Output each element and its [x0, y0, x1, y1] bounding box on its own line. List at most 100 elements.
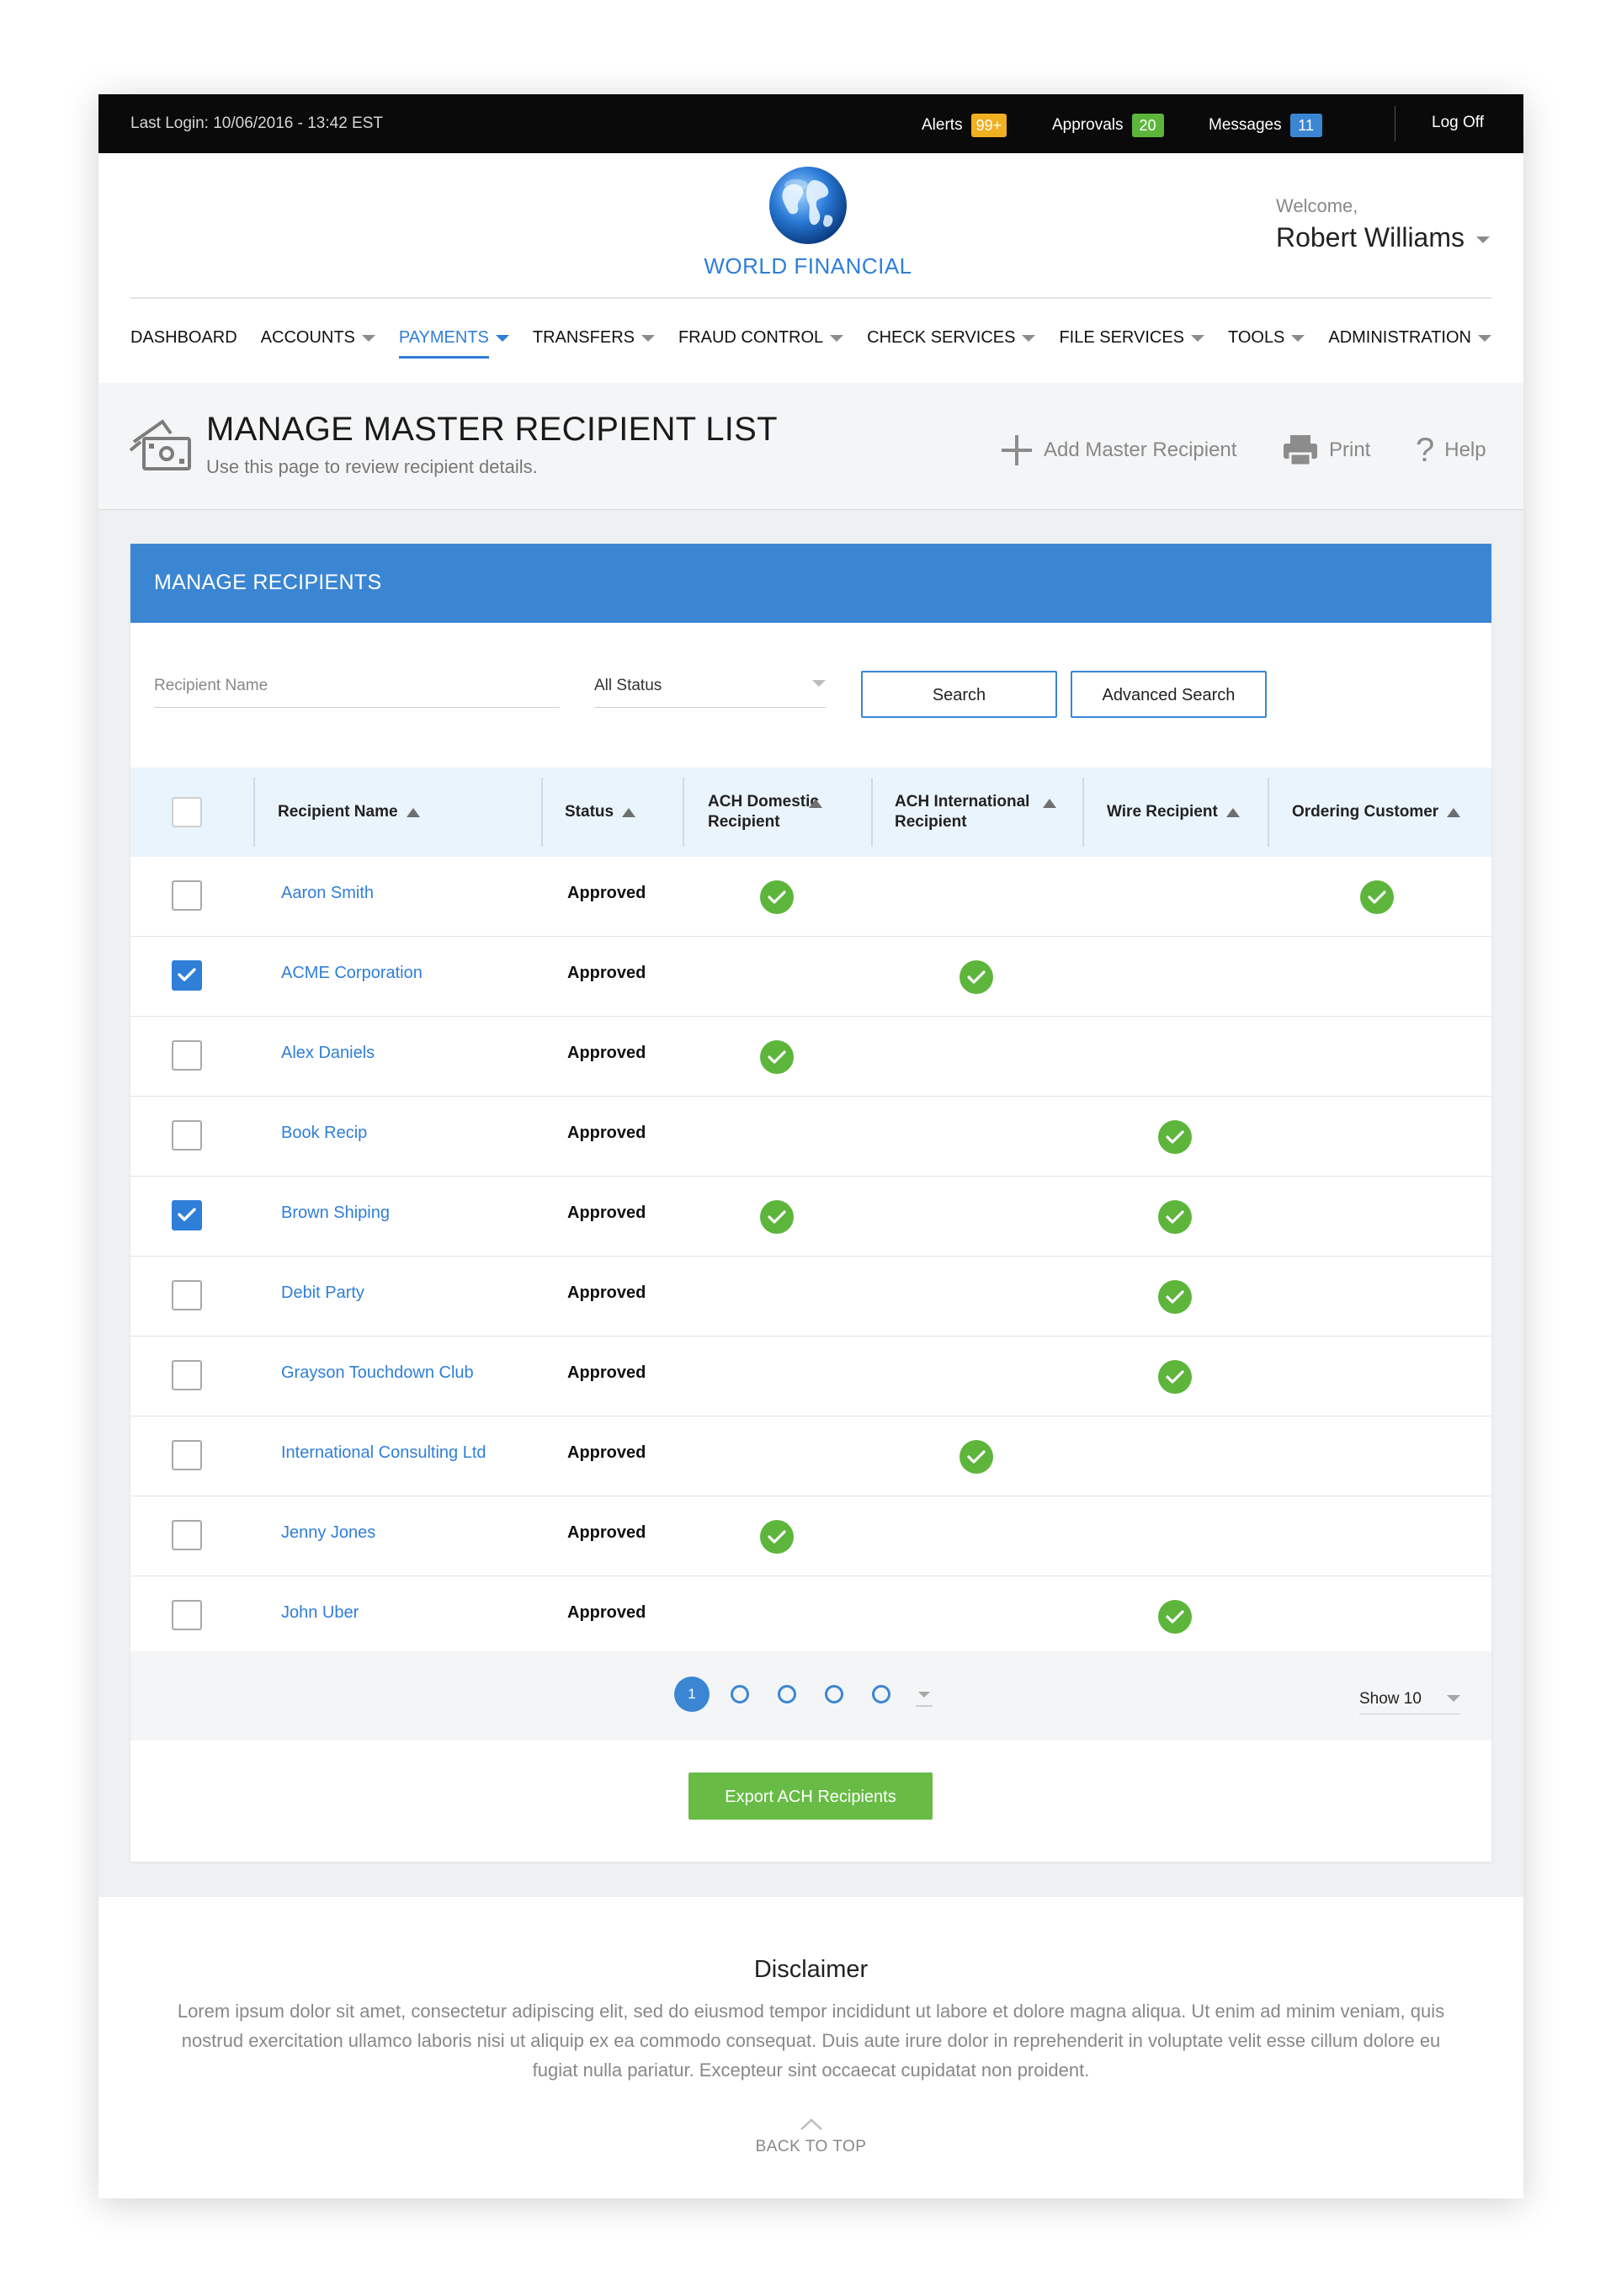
row-checkbox[interactable]	[172, 1360, 202, 1390]
search-button[interactable]: Search	[861, 671, 1057, 718]
col-label: ACH International Recipient	[895, 793, 1030, 831]
select-all-checkbox[interactable]	[172, 797, 202, 827]
nav-payments[interactable]: PAYMENTS	[398, 328, 509, 362]
nav-fraud-control[interactable]: FRAUD CONTROL	[678, 328, 844, 362]
page-dot-button[interactable]	[872, 1685, 890, 1703]
row-checkbox[interactable]	[172, 960, 202, 991]
app-window: Last Login: 10/06/2016 - 13:42 EST Alert…	[98, 94, 1523, 2198]
globe-icon	[769, 167, 847, 244]
print-button[interactable]: Print	[1282, 433, 1370, 467]
row-checkbox[interactable]	[172, 1440, 202, 1470]
page-header: MANAGE MASTER RECIPIENT LIST Use this pa…	[98, 383, 1523, 510]
row-checkbox[interactable]	[172, 1120, 202, 1151]
user-menu[interactable]: Welcome, Robert Williams	[1276, 195, 1490, 253]
recipient-name-link[interactable]: Alex Daniels	[281, 1044, 375, 1063]
check-circle-icon	[1360, 880, 1394, 914]
recipient-name-link[interactable]: Debit Party	[281, 1284, 364, 1303]
row-checkbox[interactable]	[172, 1280, 202, 1310]
check-circle-icon	[760, 1200, 794, 1234]
recipient-name-link[interactable]: Jenny Jones	[281, 1523, 375, 1543]
chevron-down-icon	[1191, 335, 1205, 342]
pagination-bar: 1 Show 10	[130, 1651, 1491, 1741]
table-row: Alex Daniels Approved	[130, 1017, 1491, 1097]
recipient-name-link[interactable]: Grayson Touchdown Club	[281, 1363, 474, 1383]
logoff-link[interactable]: Log Off	[1432, 114, 1484, 132]
nav-check-services[interactable]: CHECK SERVICES	[867, 328, 1036, 362]
check-circle-icon	[760, 880, 794, 914]
alerts-link[interactable]: Alerts 99+	[922, 114, 1007, 137]
page-size-select[interactable]: Show 10	[1359, 1677, 1460, 1714]
nav-accounts[interactable]: ACCOUNTS	[261, 328, 375, 362]
recipient-name-link[interactable]: International Consulting Ltd	[281, 1443, 486, 1463]
nav-transfers[interactable]: TRANSFERS	[533, 328, 655, 362]
table-row: Grayson Touchdown Club Approved	[130, 1337, 1491, 1416]
nav-label: ADMINISTRATION	[1328, 328, 1471, 347]
col-recipient-name[interactable]: Recipient Name	[278, 768, 420, 857]
last-login: Last Login: 10/06/2016 - 13:42 EST	[130, 114, 383, 132]
column-divider	[1268, 778, 1269, 847]
recipient-name-search-input[interactable]	[154, 665, 560, 708]
col-ordering-customer[interactable]: Ordering Customer	[1292, 768, 1461, 857]
help-label: Help	[1444, 438, 1486, 461]
status-value: Approved	[567, 884, 646, 902]
chevron-down-icon	[1291, 335, 1305, 342]
user-name: Robert Williams	[1275, 222, 1464, 252]
recipient-name-link[interactable]: Book Recip	[281, 1124, 367, 1143]
row-checkbox[interactable]	[172, 1200, 202, 1230]
page-dot-button[interactable]	[778, 1685, 796, 1703]
table-header: Recipient Name Status ACH Domestic Recip…	[130, 768, 1491, 857]
panel-header: MANAGE RECIPIENTS	[130, 544, 1491, 623]
brand-name: WORLD FINANCIAL	[704, 253, 912, 279]
checkmark-icon	[178, 1208, 196, 1221]
col-status[interactable]: Status	[565, 768, 636, 857]
status-filter-select[interactable]: All Status	[594, 665, 826, 708]
nav-dashboard[interactable]: DASHBOARD	[130, 328, 237, 362]
back-to-top-link[interactable]: BACK TO TOP	[98, 2118, 1523, 2156]
col-ach-international[interactable]: ACH International Recipient	[895, 768, 1080, 857]
col-label: Ordering Customer	[1292, 803, 1439, 821]
row-checkbox[interactable]	[172, 1600, 202, 1630]
brand-logo[interactable]: WORLD FINANCIAL	[699, 163, 917, 279]
disclaimer-title: Disclaimer	[753, 1956, 869, 1983]
printer-icon	[1284, 435, 1317, 467]
add-label: Add Master Recipient	[1044, 438, 1237, 461]
col-wire-recipient[interactable]: Wire Recipient	[1107, 768, 1240, 857]
recipient-name-link[interactable]: Brown Shiping	[281, 1204, 390, 1223]
panel-title: MANAGE RECIPIENTS	[154, 571, 382, 594]
help-button[interactable]: ? Help	[1416, 433, 1486, 467]
column-divider	[683, 778, 684, 847]
export-ach-recipients-button[interactable]: Export ACH Recipients	[688, 1772, 933, 1820]
more-pages-dropdown[interactable]	[916, 1690, 933, 1707]
check-circle-icon	[760, 1040, 794, 1074]
recipient-name-link[interactable]: John Uber	[281, 1603, 359, 1623]
page-dot-button[interactable]	[731, 1685, 749, 1703]
nav-administration[interactable]: ADMINISTRATION	[1328, 328, 1491, 362]
approvals-link[interactable]: Approvals 20	[1052, 114, 1164, 137]
col-ach-domestic[interactable]: ACH Domestic Recipient	[708, 768, 859, 857]
sort-ascending-icon	[622, 807, 636, 817]
chevron-down-icon	[1476, 236, 1490, 243]
add-master-recipient-button[interactable]: Add Master Recipient	[1000, 433, 1236, 467]
row-checkbox[interactable]	[172, 1040, 202, 1071]
messages-link[interactable]: Messages 11	[1209, 114, 1322, 137]
nav-tools[interactable]: TOOLS	[1228, 328, 1305, 362]
table-row: Brown Shiping Approved	[130, 1177, 1491, 1257]
chevron-down-icon	[918, 1692, 930, 1698]
table-row: John Uber Approved	[130, 1576, 1491, 1656]
advanced-search-button[interactable]: Advanced Search	[1071, 671, 1267, 718]
page-1-button[interactable]: 1	[674, 1677, 710, 1712]
page-dot-button[interactable]	[825, 1685, 843, 1703]
row-checkbox[interactable]	[172, 1520, 202, 1550]
recipient-name-link[interactable]: ACME Corporation	[281, 964, 423, 983]
disclaimer-text: Lorem ipsum dolor sit amet, consectetur …	[177, 2001, 1445, 2081]
col-label: Recipient Name	[278, 803, 398, 821]
row-checkbox[interactable]	[172, 880, 202, 911]
money-icon	[129, 419, 191, 470]
nav-label: FILE SERVICES	[1059, 328, 1185, 347]
top-bar: Last Login: 10/06/2016 - 13:42 EST Alert…	[98, 94, 1523, 153]
welcome-label: Welcome,	[1275, 195, 1358, 216]
recipient-name-link[interactable]: Aaron Smith	[281, 884, 374, 903]
header-divider	[130, 297, 1491, 299]
check-circle-icon	[1158, 1600, 1192, 1634]
nav-file-services[interactable]: FILE SERVICES	[1059, 328, 1205, 362]
